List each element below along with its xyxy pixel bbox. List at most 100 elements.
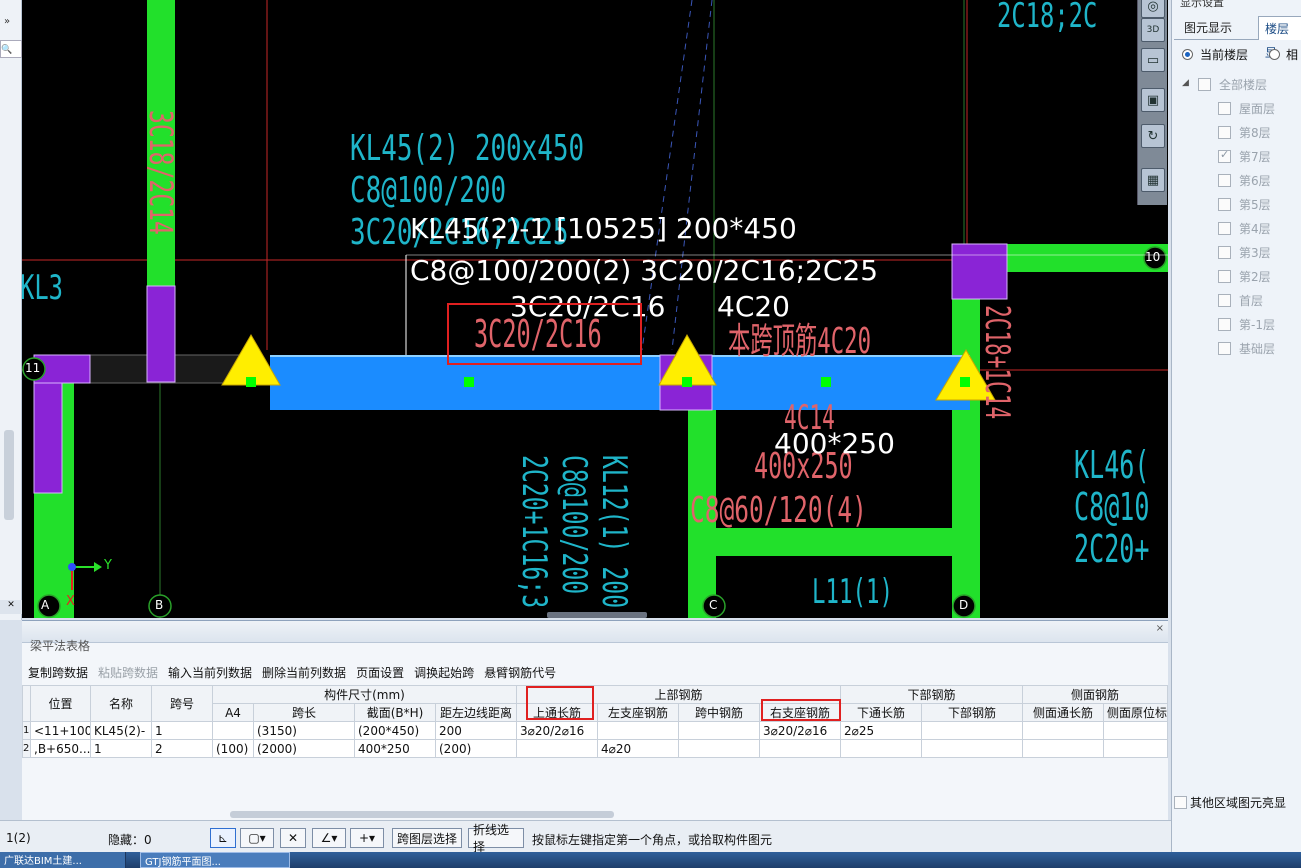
cell-position[interactable]: <11+100 bbox=[30, 721, 91, 740]
cell-name[interactable]: KL45(2)- bbox=[90, 721, 152, 740]
checkbox[interactable] bbox=[1198, 77, 1211, 91]
col-bottom-rebar[interactable]: 下部钢筋 bbox=[921, 703, 1024, 722]
col-span-no[interactable]: 跨号 bbox=[151, 685, 213, 722]
taskbar-item-1[interactable]: 广联达BIM土建... bbox=[0, 852, 126, 868]
eye-icon[interactable]: ◎ bbox=[1141, 0, 1165, 18]
floor-item[interactable]: 第-1层 bbox=[1218, 313, 1275, 335]
floor-checkbox[interactable] bbox=[1218, 148, 1231, 163]
col-span-length[interactable]: 跨长 bbox=[253, 703, 355, 722]
swap-start-span-button[interactable]: 调换起始跨 bbox=[414, 664, 474, 681]
taskbar-item-2[interactable]: GTJ钢筋平面图... bbox=[140, 852, 290, 868]
close-icon[interactable]: × bbox=[1156, 623, 1164, 634]
plan-view-icon[interactable]: ▭ bbox=[1141, 48, 1165, 72]
cell-a4[interactable]: (100) bbox=[212, 739, 254, 758]
tab-element-display[interactable]: 图元显示 bbox=[1178, 16, 1238, 40]
cell-top-long[interactable]: 3⌀20/2⌀16 bbox=[516, 721, 598, 740]
floor-item[interactable]: 第7层 bbox=[1218, 145, 1271, 167]
polyline-select-button[interactable]: 折线选择 bbox=[468, 823, 524, 854]
cad-canvas[interactable]: A B C D 11 10 Y X KL45(2) 200x450 C8@100… bbox=[22, 0, 1168, 618]
floor-checkbox[interactable] bbox=[1218, 341, 1231, 355]
rotate-icon[interactable]: ↻ bbox=[1141, 124, 1165, 148]
cell-dist-left[interactable]: (200) bbox=[435, 739, 517, 758]
cell-side-original[interactable] bbox=[1103, 739, 1168, 758]
col-left-support[interactable]: 左支座钢筋 bbox=[597, 703, 679, 722]
box-view-icon[interactable]: ▣ bbox=[1141, 88, 1165, 112]
offset-icon[interactable]: +▾ bbox=[350, 828, 384, 848]
cell-span-length[interactable]: (2000) bbox=[253, 739, 355, 758]
cell-span-no[interactable]: 1 bbox=[151, 721, 213, 740]
cell-span-length[interactable]: (3150) bbox=[253, 721, 355, 740]
radio-other[interactable] bbox=[1269, 49, 1280, 60]
cell-mid-span[interactable] bbox=[678, 721, 760, 740]
grid-select-icon[interactable]: ▦ bbox=[1141, 168, 1165, 192]
tab-floor-display[interactable]: 楼层显 bbox=[1258, 16, 1301, 60]
cell-side-long[interactable] bbox=[1022, 739, 1105, 758]
cross-icon[interactable]: ✕ bbox=[280, 828, 306, 848]
cell-bottom-rebar[interactable] bbox=[921, 721, 1024, 740]
left-scrollbar[interactable] bbox=[4, 430, 14, 520]
cantilever-code-button[interactable]: 悬臂钢筋代号 bbox=[484, 664, 556, 681]
floor-checkbox[interactable] bbox=[1218, 197, 1231, 211]
3d-view-icon[interactable]: 3D bbox=[1141, 18, 1165, 42]
table-row[interactable]: 1 <11+100 KL45(2)- 1 (3150) (200*450) 200 3⌀20/… bbox=[22, 721, 1168, 740]
tree-expand-icon[interactable]: ◢ bbox=[1182, 78, 1189, 88]
table-row[interactable]: 2 ,B+650... 1 2 (100) (2000) 400*250 (200) 4⌀20 bbox=[22, 739, 1168, 758]
copy-span-button[interactable]: 复制跨数据 bbox=[28, 664, 88, 681]
floor-item[interactable]: 第6层 bbox=[1218, 169, 1271, 191]
delete-column-button[interactable]: 删除当前列数据 bbox=[262, 664, 346, 681]
cell-bottom-long[interactable]: 2⌀25 bbox=[840, 721, 923, 740]
cell-span-no[interactable]: 2 bbox=[151, 739, 213, 758]
col-dist-left[interactable]: 距左边线距离 bbox=[435, 703, 517, 722]
cell-position[interactable]: ,B+650... bbox=[30, 739, 91, 758]
floor-item[interactable]: 第4层 bbox=[1218, 217, 1271, 239]
search-box[interactable]: 🔍 bbox=[0, 40, 22, 58]
tree-root[interactable]: 全部楼层 bbox=[1198, 73, 1267, 95]
cell-left-support[interactable] bbox=[597, 721, 679, 740]
floor-checkbox[interactable] bbox=[1218, 293, 1231, 307]
col-side-original[interactable]: 侧面原位标 bbox=[1103, 703, 1168, 722]
snap-icon[interactable]: ▢▾ bbox=[240, 828, 274, 848]
col-position[interactable]: 位置 bbox=[30, 685, 91, 722]
col-side-long[interactable]: 侧面通长筋 bbox=[1022, 703, 1105, 722]
col-bottom-long[interactable]: 下通长筋 bbox=[840, 703, 923, 722]
cell-mid-span[interactable] bbox=[678, 739, 760, 758]
floor-item[interactable]: 第5层 bbox=[1218, 193, 1271, 215]
splitter-handle[interactable] bbox=[547, 612, 647, 618]
angle-icon[interactable]: ∠▾ bbox=[312, 828, 346, 848]
cell-top-long[interactable] bbox=[516, 739, 598, 758]
paste-span-button[interactable]: 粘贴跨数据 bbox=[98, 664, 158, 681]
cell-left-support[interactable]: 4⌀20 bbox=[597, 739, 679, 758]
highlight-other-areas[interactable]: 其他区域图元亮显 bbox=[1174, 794, 1286, 811]
cell-side-original[interactable] bbox=[1103, 721, 1168, 740]
floor-checkbox[interactable] bbox=[1218, 125, 1231, 139]
cell-dist-left[interactable]: 200 bbox=[435, 721, 517, 740]
cell-a4[interactable] bbox=[212, 721, 254, 740]
floor-checkbox[interactable] bbox=[1218, 173, 1231, 187]
cell-bottom-rebar[interactable] bbox=[921, 739, 1024, 758]
cell-right-support[interactable] bbox=[758, 739, 842, 758]
floor-checkbox[interactable] bbox=[1218, 317, 1231, 331]
collapse-icon[interactable]: ✕ bbox=[0, 600, 22, 614]
floor-checkbox[interactable] bbox=[1218, 101, 1231, 115]
floor-item[interactable]: 首层 bbox=[1218, 289, 1263, 311]
radio-current-floor[interactable] bbox=[1182, 49, 1193, 60]
horizontal-scrollbar[interactable] bbox=[230, 811, 614, 818]
checkbox[interactable] bbox=[1174, 796, 1187, 809]
col-section[interactable]: 截面(B*H) bbox=[354, 703, 436, 722]
floor-checkbox[interactable] bbox=[1218, 269, 1231, 283]
cell-side-long[interactable] bbox=[1022, 721, 1105, 740]
cell-name[interactable]: 1 bbox=[90, 739, 152, 758]
floor-item[interactable]: 基础层 bbox=[1218, 337, 1275, 359]
floor-checkbox[interactable] bbox=[1218, 245, 1231, 259]
col-mid-span[interactable]: 跨中钢筋 bbox=[678, 703, 760, 722]
floor-item[interactable]: 屋面层 bbox=[1218, 97, 1275, 119]
span-layer-select-button[interactable]: 跨图层选择 bbox=[392, 828, 462, 848]
cell-right-support[interactable]: 3⌀20/2⌀16 bbox=[758, 721, 842, 740]
floor-item[interactable]: 第2层 bbox=[1218, 265, 1271, 287]
page-setup-button[interactable]: 页面设置 bbox=[356, 664, 404, 681]
col-a4[interactable]: A4 bbox=[212, 703, 254, 722]
floor-item[interactable]: 第8层 bbox=[1218, 121, 1271, 143]
cell-bottom-long[interactable] bbox=[840, 739, 923, 758]
col-name[interactable]: 名称 bbox=[90, 685, 152, 722]
ortho-icon[interactable]: ⊾ bbox=[210, 828, 236, 848]
